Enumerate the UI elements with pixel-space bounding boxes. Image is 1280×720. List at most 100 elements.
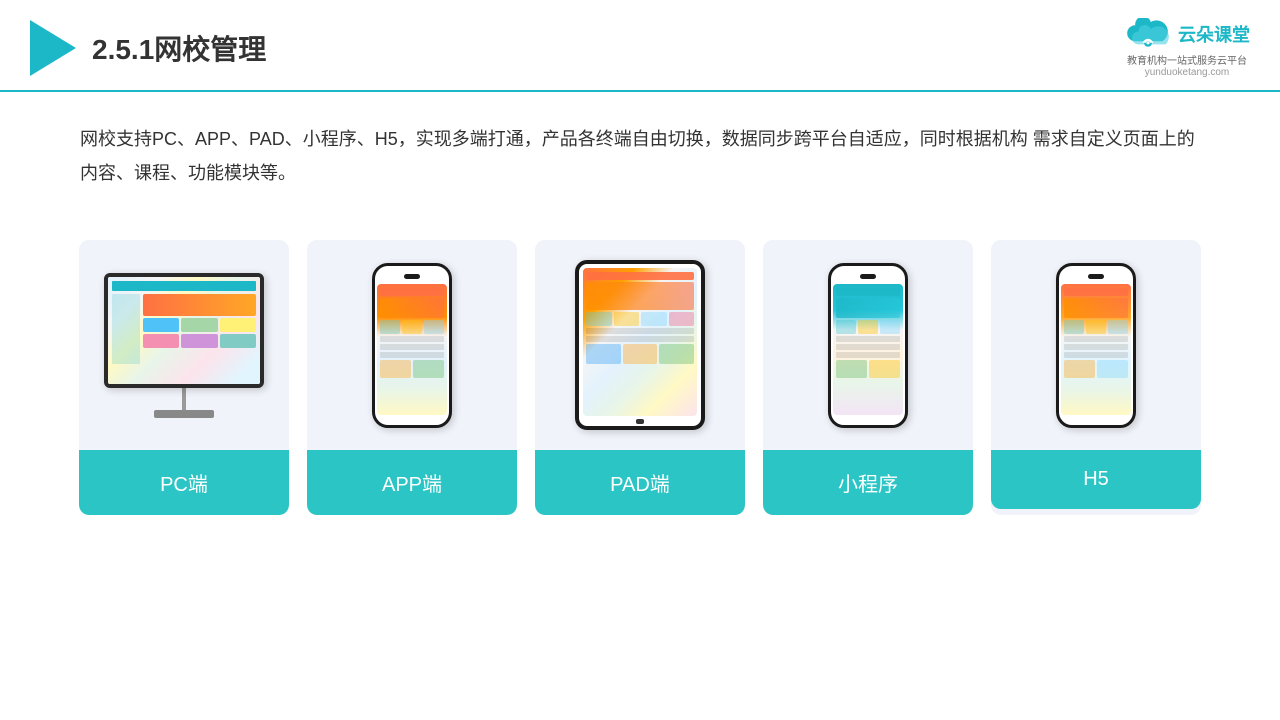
- pc-cards-row: [143, 318, 256, 332]
- pc-screen: [108, 277, 260, 384]
- cloud-logo: 云朵课堂: [1124, 18, 1250, 50]
- miniprogram-phone-screen: [833, 284, 903, 415]
- h5-screen-gradient: [1061, 284, 1131, 415]
- app-screen-overlay: [377, 284, 447, 415]
- pc-content-row: [112, 294, 256, 364]
- miniprogram-so-banner: [836, 298, 900, 318]
- miniprogram-so-row-1: [836, 320, 900, 334]
- brand-tagline: 教育机构一站式服务云平台: [1127, 52, 1247, 67]
- h5-so-header: [1064, 288, 1128, 296]
- pad-so-card-4: [669, 312, 695, 326]
- app-phone-screen: [377, 284, 447, 415]
- device-card-h5: H5: [991, 240, 1201, 515]
- pc-card-6: [220, 334, 256, 348]
- pc-label: PC端: [79, 450, 289, 515]
- h5-so-card-1: [1064, 320, 1084, 334]
- miniprogram-so-card-3: [880, 320, 900, 334]
- pad-so-row-1: [586, 312, 694, 326]
- pad-so-banner: [586, 282, 694, 310]
- h5-so-row-1: [1064, 320, 1128, 334]
- logo-triangle-icon: [30, 20, 76, 76]
- pad-so-card-1: [586, 312, 612, 326]
- app-screen-gradient: [377, 284, 447, 415]
- miniprogram-so-card-5: [869, 360, 900, 378]
- pad-tablet-screen: [583, 268, 697, 416]
- pad-list-1: [586, 328, 694, 334]
- app-so-row-1: [380, 320, 444, 334]
- h5-list-3: [1064, 352, 1128, 358]
- device-cards-section: PC端: [0, 210, 1280, 515]
- pc-main-content: [143, 294, 256, 364]
- miniprogram-image-area: [763, 240, 973, 450]
- brand-logo: 云朵课堂 教育机构一站式服务云平台 yunduoketang.com: [1124, 18, 1250, 78]
- pc-banner: [143, 294, 256, 316]
- pc-monitor-wrapper: [104, 273, 264, 418]
- miniprogram-screen-gradient: [833, 284, 903, 415]
- pad-screen-overlay: [583, 268, 697, 416]
- brand-url: yunduoketang.com: [1145, 67, 1230, 78]
- device-card-app: APP端: [307, 240, 517, 515]
- h5-label: H5: [991, 450, 1201, 509]
- pc-screen-content: [108, 277, 260, 384]
- h5-list-2: [1064, 344, 1128, 350]
- app-so-card-4: [380, 360, 411, 378]
- h5-so-banner: [1064, 298, 1128, 318]
- app-so-card-3: [424, 320, 444, 334]
- pc-monitor: [104, 273, 264, 388]
- app-so-row-2: [380, 360, 444, 378]
- h5-list-1: [1064, 336, 1128, 342]
- h5-phone: [1056, 263, 1136, 428]
- pc-stand: [182, 388, 186, 410]
- header-left: 2.5.1网校管理: [30, 20, 266, 76]
- miniprogram-screen-overlay: [833, 284, 903, 415]
- app-so-card-2: [402, 320, 422, 334]
- h5-so-card-3: [1108, 320, 1128, 334]
- miniprogram-list-2: [836, 344, 900, 350]
- pad-so-card-7: [659, 344, 694, 364]
- pc-base: [154, 410, 214, 418]
- miniprogram-so-card-1: [836, 320, 856, 334]
- h5-screen-overlay: [1061, 284, 1131, 415]
- miniprogram-so-card-2: [858, 320, 878, 334]
- app-phone: [372, 263, 452, 428]
- pad-tablet: [575, 260, 705, 430]
- brand-name: 云朵课堂: [1178, 21, 1250, 47]
- miniprogram-list-1: [836, 336, 900, 342]
- device-card-miniprogram: 小程序: [763, 240, 973, 515]
- pc-card-2: [181, 318, 217, 332]
- page-title: 2.5.1网校管理: [92, 28, 266, 68]
- device-card-pc: PC端: [79, 240, 289, 515]
- app-label: APP端: [307, 450, 517, 515]
- miniprogram-so-card-4: [836, 360, 867, 378]
- app-so-header: [380, 288, 444, 296]
- pc-image-area: [79, 240, 289, 450]
- pc-topbar: [112, 281, 256, 291]
- pc-card-5: [181, 334, 217, 348]
- pc-cards-row-2: [143, 334, 256, 348]
- device-card-pad: PAD端: [535, 240, 745, 515]
- pc-card-4: [143, 334, 179, 348]
- h5-so-row-2: [1064, 360, 1128, 378]
- app-list-1: [380, 336, 444, 342]
- pad-so-card-5: [586, 344, 621, 364]
- pad-image-area: [535, 240, 745, 450]
- miniprogram-list-3: [836, 352, 900, 358]
- tablet-home-btn: [636, 419, 644, 424]
- app-list-3: [380, 352, 444, 358]
- pc-sidebar: [112, 294, 140, 364]
- app-so-banner: [380, 298, 444, 318]
- description-text: 网校支持PC、APP、PAD、小程序、H5，实现多端打通，产品各终端自由切换，数…: [0, 92, 1280, 200]
- h5-image-area: [991, 240, 1201, 450]
- miniprogram-label: 小程序: [763, 450, 973, 515]
- pc-card-1: [143, 318, 179, 332]
- pad-label: PAD端: [535, 450, 745, 515]
- app-so-card-1: [380, 320, 400, 334]
- cloud-icon: [1124, 18, 1172, 50]
- pad-so-row-2: [586, 344, 694, 364]
- h5-so-card-2: [1086, 320, 1106, 334]
- h5-phone-screen: [1061, 284, 1131, 415]
- app-so-card-5: [413, 360, 444, 378]
- pad-so-card-2: [614, 312, 640, 326]
- h5-so-card-4: [1064, 360, 1095, 378]
- miniprogram-so-row-2: [836, 360, 900, 378]
